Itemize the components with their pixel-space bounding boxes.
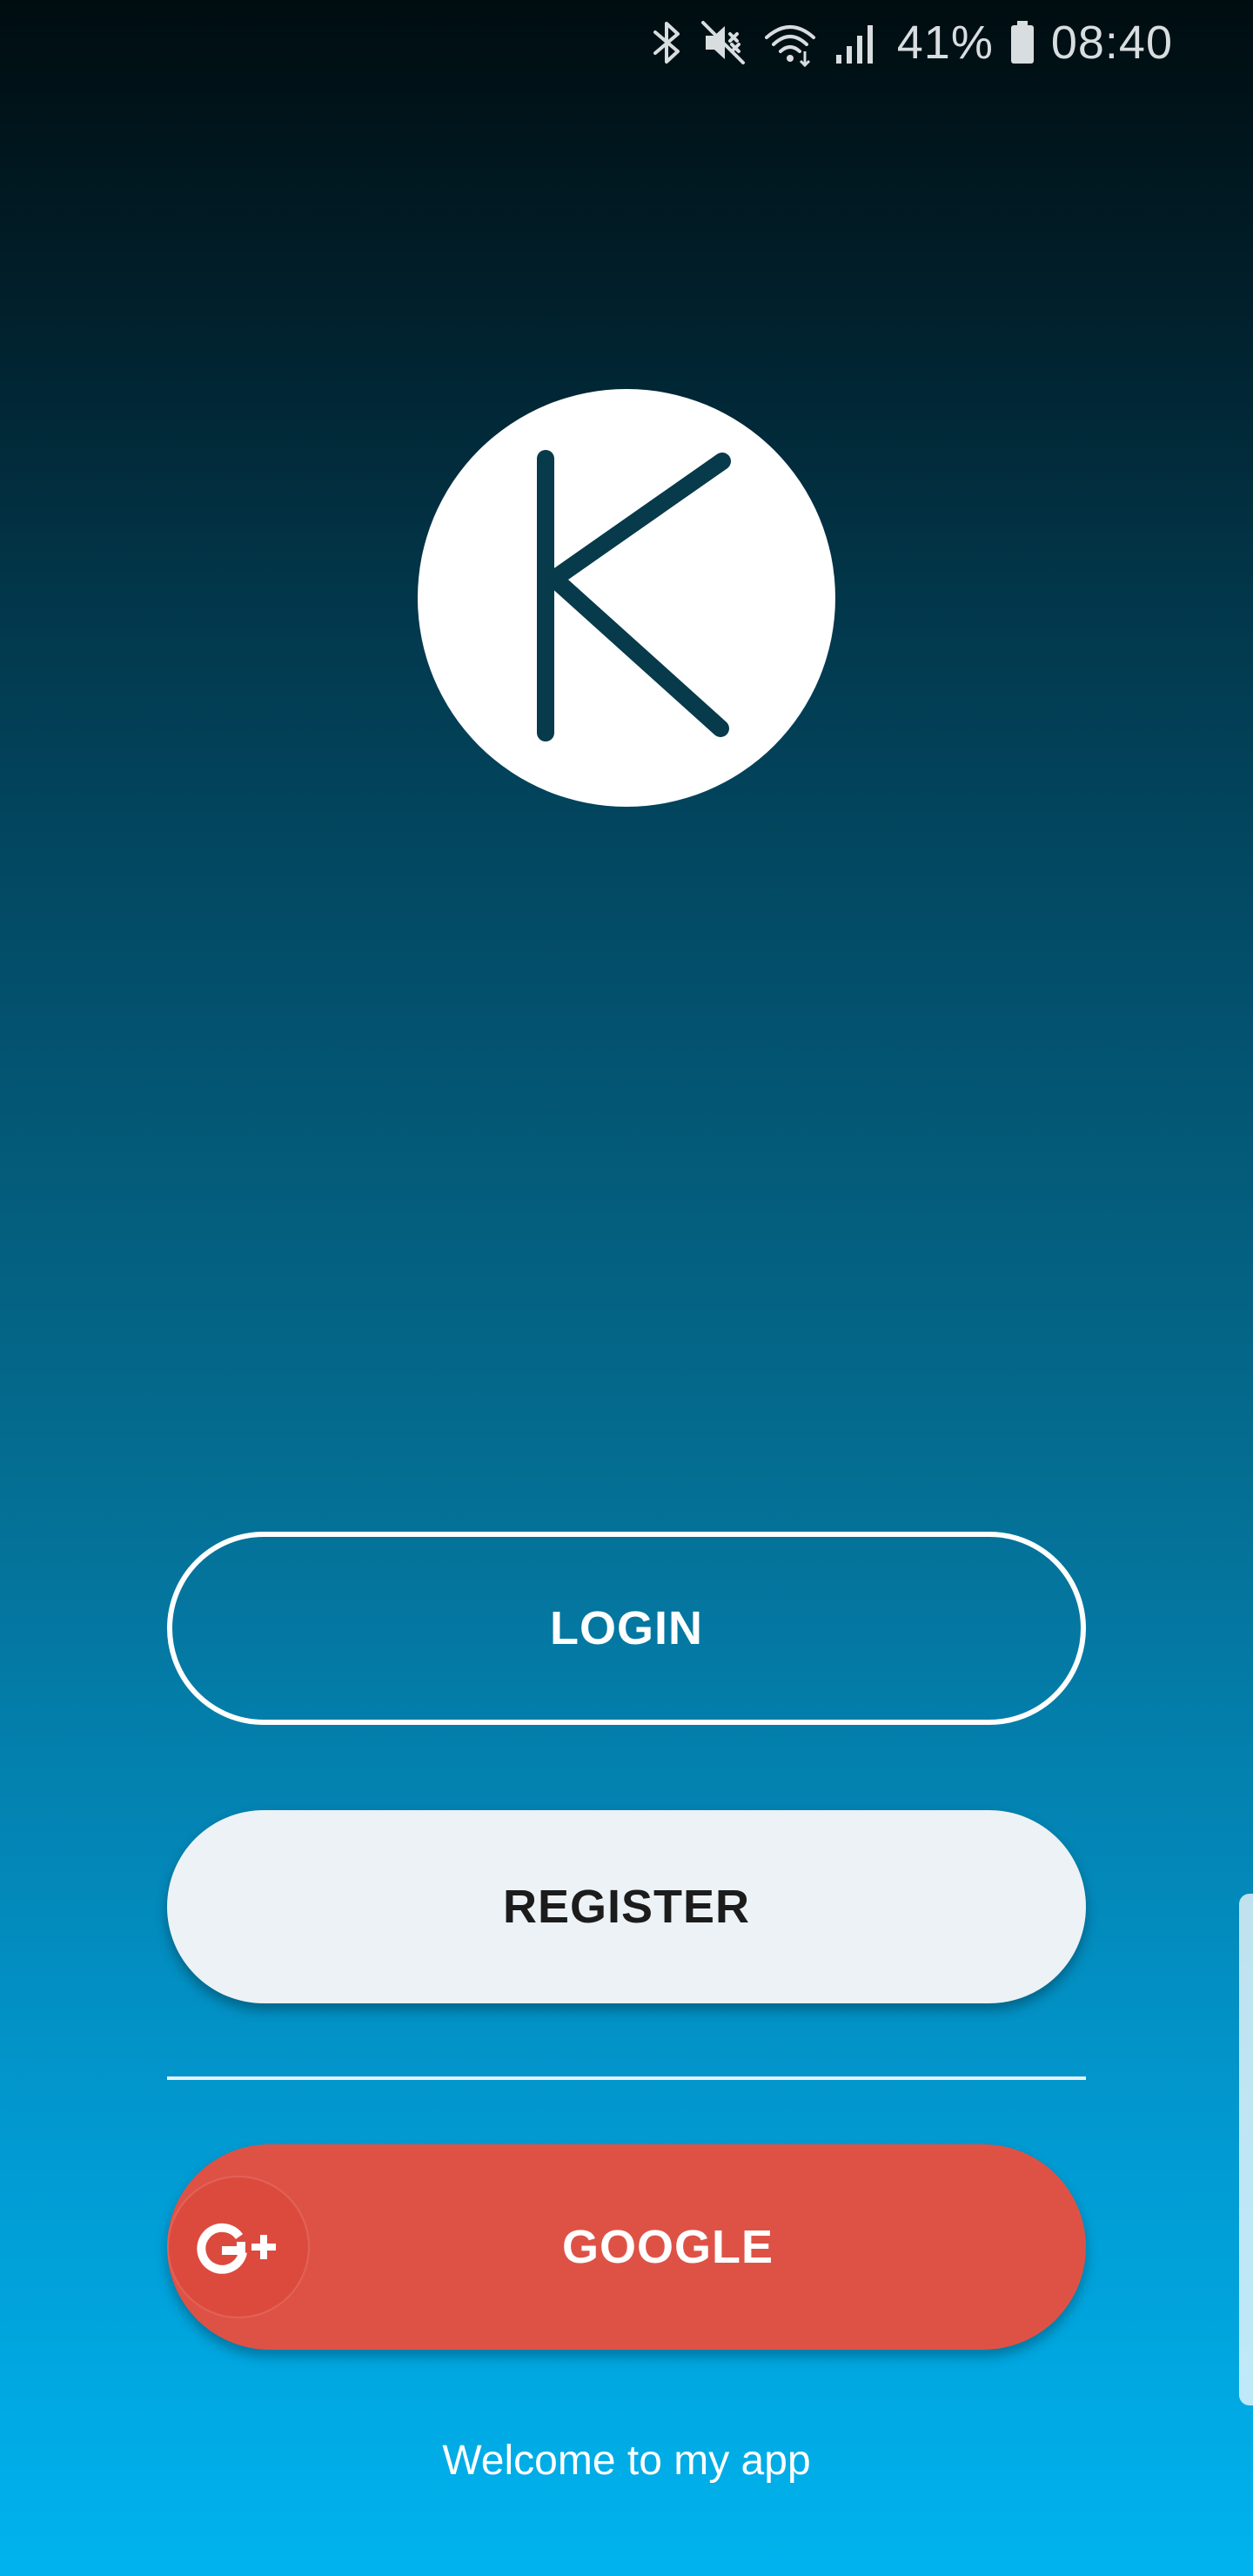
cellular-signal-icon [835, 25, 873, 64]
battery-icon [1010, 21, 1034, 64]
google-signin-button[interactable]: GOOGLE [167, 2144, 1086, 2350]
google-button-label: GOOGLE [561, 2221, 774, 2273]
login-button-label: LOGIN [550, 1602, 703, 1654]
vibrate-mute-icon [700, 21, 745, 64]
login-button[interactable]: LOGIN [167, 1532, 1086, 1725]
welcome-text: Welcome to my app [442, 2438, 811, 2484]
k-logo-icon [537, 450, 731, 741]
register-button[interactable]: REGISTER [167, 1810, 1086, 2003]
clock-time: 08:40 [1050, 17, 1173, 69]
status-icons: 41% 08:40 [652, 12, 1173, 73]
login-screen: 41% 08:40 LOGIN REGISTER GOOGLE Welcome … [0, 0, 1253, 2576]
wifi-icon [764, 25, 815, 67]
bluetooth-icon [653, 22, 680, 64]
register-button-label: REGISTER [502, 1881, 751, 1933]
divider [167, 2076, 1086, 2080]
battery-percent: 41% [896, 17, 994, 69]
status-bar: 41% 08:40 [0, 0, 1253, 84]
edge-panel-handle[interactable] [1239, 1894, 1253, 2405]
app-logo [418, 389, 835, 807]
